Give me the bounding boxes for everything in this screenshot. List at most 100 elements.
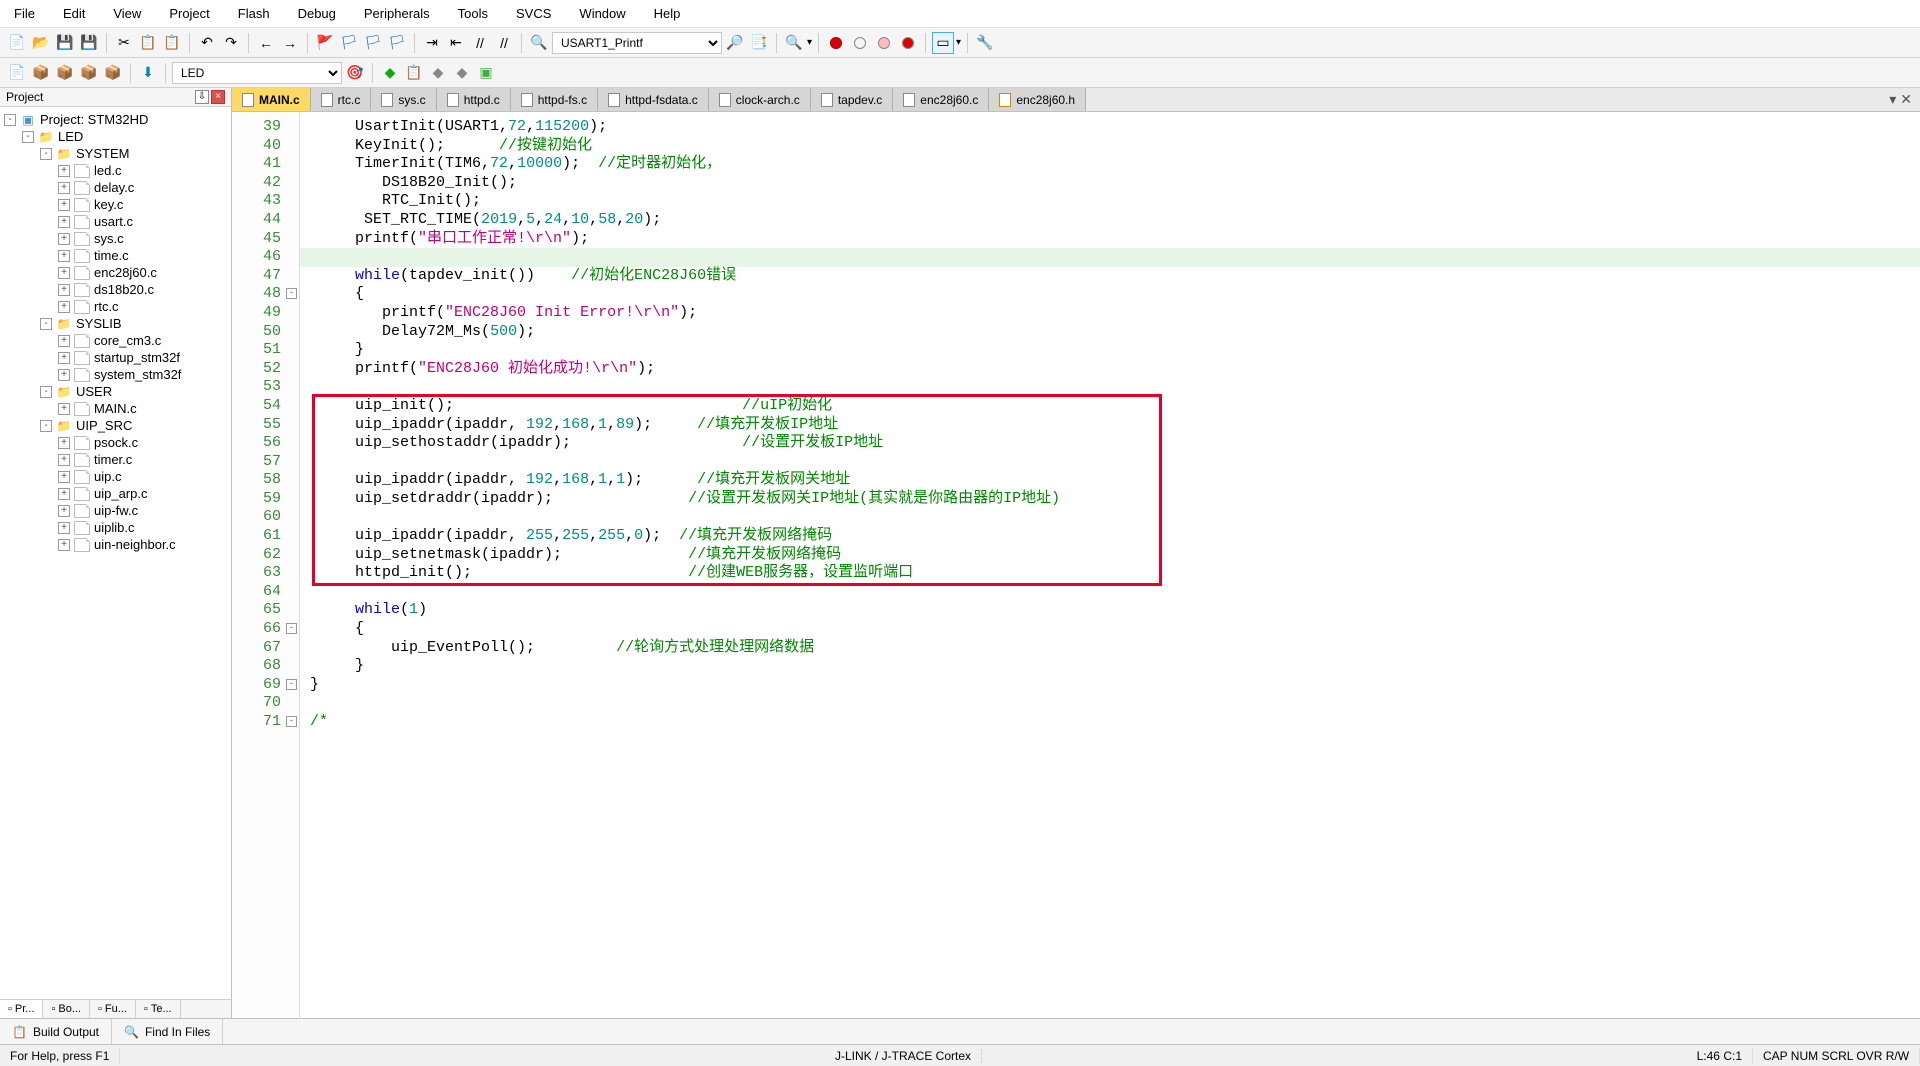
tree-expander-icon[interactable]: + — [58, 165, 70, 177]
tree-expander-icon[interactable]: + — [58, 284, 70, 296]
breakpoint-enable-icon[interactable] — [849, 32, 871, 54]
tab-dropdown-icon[interactable]: ▾ — [1889, 91, 1896, 108]
debug-icon[interactable]: 🔍 — [783, 32, 805, 54]
tree-expander-icon[interactable]: + — [58, 267, 70, 279]
tree-expander-icon[interactable]: + — [58, 335, 70, 347]
file-tab-tapdev-c[interactable]: tapdev.c — [811, 88, 893, 111]
panel-tab-0[interactable]: ▫Pr... — [0, 1000, 43, 1018]
file-key-c[interactable]: +key.c — [0, 196, 231, 213]
tree-expander-icon[interactable]: + — [58, 437, 70, 449]
tree-expander-icon[interactable]: - — [40, 420, 52, 432]
file-uiplib-c[interactable]: +uiplib.c — [0, 519, 231, 536]
menu-file[interactable]: File — [0, 2, 49, 25]
undo-icon[interactable]: ↶ — [196, 32, 218, 54]
menu-edit[interactable]: Edit — [49, 2, 99, 25]
panel-close-icon[interactable]: × — [211, 90, 225, 104]
tree-expander-icon[interactable]: + — [58, 539, 70, 551]
manage-icon-5[interactable]: ▣ — [475, 62, 497, 84]
file-tab-MAIN-c[interactable]: MAIN.c — [232, 88, 311, 111]
file-delay-c[interactable]: +delay.c — [0, 179, 231, 196]
panel-tab-1[interactable]: ▫Bo... — [43, 1000, 90, 1018]
file-led-c[interactable]: +led.c — [0, 162, 231, 179]
file-uip-fw-c[interactable]: +uip-fw.c — [0, 502, 231, 519]
find-files-icon[interactable]: 📑 — [748, 32, 770, 54]
tree-expander-icon[interactable]: - — [40, 318, 52, 330]
file-sys-c[interactable]: +sys.c — [0, 230, 231, 247]
file-uip_arp-c[interactable]: +uip_arp.c — [0, 485, 231, 502]
project-root[interactable]: -▣Project: STM32HD — [0, 111, 231, 128]
tree-expander-icon[interactable]: + — [58, 182, 70, 194]
bookmark-prev-icon[interactable]: 🏳 — [338, 32, 360, 54]
tree-expander-icon[interactable]: + — [58, 505, 70, 517]
tree-expander-icon[interactable]: + — [58, 216, 70, 228]
window-icon[interactable]: ▭ — [932, 32, 954, 54]
file-tab-enc28j60-h[interactable]: enc28j60.h — [989, 88, 1086, 111]
tab-close-icon[interactable]: ✕ — [1900, 91, 1912, 108]
copy-icon[interactable]: 📋 — [137, 32, 159, 54]
menu-view[interactable]: View — [99, 2, 155, 25]
uncomment-icon[interactable]: // — [493, 32, 515, 54]
build-icon[interactable]: 📦 — [30, 62, 52, 84]
panel-tab-2[interactable]: ▫Fu... — [90, 1000, 136, 1018]
menu-svcs[interactable]: SVCS — [502, 2, 565, 25]
target-select[interactable]: LED — [172, 62, 342, 84]
download-icon[interactable]: ⬇ — [137, 62, 159, 84]
outdent-icon[interactable]: ⇤ — [445, 32, 467, 54]
menu-tools[interactable]: Tools — [444, 2, 502, 25]
fold-icon[interactable]: - — [286, 288, 297, 299]
save-all-icon[interactable]: 💾 — [78, 32, 100, 54]
group-system[interactable]: -📁SYSTEM — [0, 145, 231, 162]
file-tab-enc28j60-c[interactable]: enc28j60.c — [893, 88, 989, 111]
file-startup_stm32f[interactable]: +startup_stm32f — [0, 349, 231, 366]
bookmark-icon[interactable]: 🚩 — [314, 32, 336, 54]
fold-icon[interactable]: - — [286, 716, 297, 727]
file-tab-httpd-fsdata-c[interactable]: httpd-fsdata.c — [598, 88, 709, 111]
menu-flash[interactable]: Flash — [224, 2, 284, 25]
file-timer-c[interactable]: +timer.c — [0, 451, 231, 468]
target-options-icon[interactable]: 🎯 — [344, 62, 366, 84]
manage-icon-3[interactable]: ◆ — [427, 62, 449, 84]
panel-pin-icon[interactable]: ⇩ — [195, 90, 209, 104]
build-output-tab[interactable]: 📋 Build Output — [0, 1019, 112, 1044]
group-uip_src[interactable]: -📁UIP_SRC — [0, 417, 231, 434]
tree-expander-icon[interactable]: + — [58, 522, 70, 534]
project-tree[interactable]: -▣Project: STM32HD-📁LED-📁SYSTEM+led.c+de… — [0, 107, 231, 999]
nav-fwd-icon[interactable]: → — [279, 32, 301, 54]
file-tab-httpd-fs-c[interactable]: httpd-fs.c — [511, 88, 598, 111]
panel-tab-3[interactable]: ▫Te... — [136, 1000, 181, 1018]
file-core_cm3-c[interactable]: +core_cm3.c — [0, 332, 231, 349]
code-body[interactable]: UsartInit(USART1,72,115200); KeyInit(); … — [300, 112, 1920, 1018]
file-time-c[interactable]: +time.c — [0, 247, 231, 264]
fold-icon[interactable]: - — [286, 679, 297, 690]
translate-icon[interactable]: 📄 — [6, 62, 28, 84]
tree-expander-icon[interactable]: + — [58, 352, 70, 364]
file-tab-sys-c[interactable]: sys.c — [371, 88, 436, 111]
file-tab-clock-arch-c[interactable]: clock-arch.c — [709, 88, 811, 111]
tree-expander-icon[interactable]: + — [58, 233, 70, 245]
find-in-files-tab[interactable]: 🔍 Find In Files — [112, 1019, 223, 1044]
tree-expander-icon[interactable]: + — [58, 454, 70, 466]
configure-icon[interactable]: 🔧 — [974, 32, 996, 54]
tree-expander-icon[interactable]: + — [58, 403, 70, 415]
file-rtc-c[interactable]: +rtc.c — [0, 298, 231, 315]
file-tab-rtc-c[interactable]: rtc.c — [311, 88, 372, 111]
find-combo[interactable]: USART1_Printf — [552, 32, 722, 54]
menu-window[interactable]: Window — [565, 2, 639, 25]
manage-icon-2[interactable]: 📋 — [403, 62, 425, 84]
nav-back-icon[interactable]: ← — [255, 32, 277, 54]
tree-expander-icon[interactable]: + — [58, 301, 70, 313]
menu-debug[interactable]: Debug — [284, 2, 350, 25]
group-syslib[interactable]: -📁SYSLIB — [0, 315, 231, 332]
tree-expander-icon[interactable]: - — [40, 148, 52, 160]
tree-expander-icon[interactable]: - — [4, 114, 16, 126]
tree-expander-icon[interactable]: + — [58, 369, 70, 381]
cut-icon[interactable]: ✂ — [113, 32, 135, 54]
menu-help[interactable]: Help — [640, 2, 695, 25]
bookmark-next-icon[interactable]: 🏳 — [362, 32, 384, 54]
tree-expander-icon[interactable]: + — [58, 199, 70, 211]
tree-expander-icon[interactable]: + — [58, 471, 70, 483]
file-system_stm32f[interactable]: +system_stm32f — [0, 366, 231, 383]
file-uin-neighbor-c[interactable]: +uin-neighbor.c — [0, 536, 231, 553]
bookmark-clear-icon[interactable]: 🏳 — [386, 32, 408, 54]
file-ds18b20-c[interactable]: +ds18b20.c — [0, 281, 231, 298]
